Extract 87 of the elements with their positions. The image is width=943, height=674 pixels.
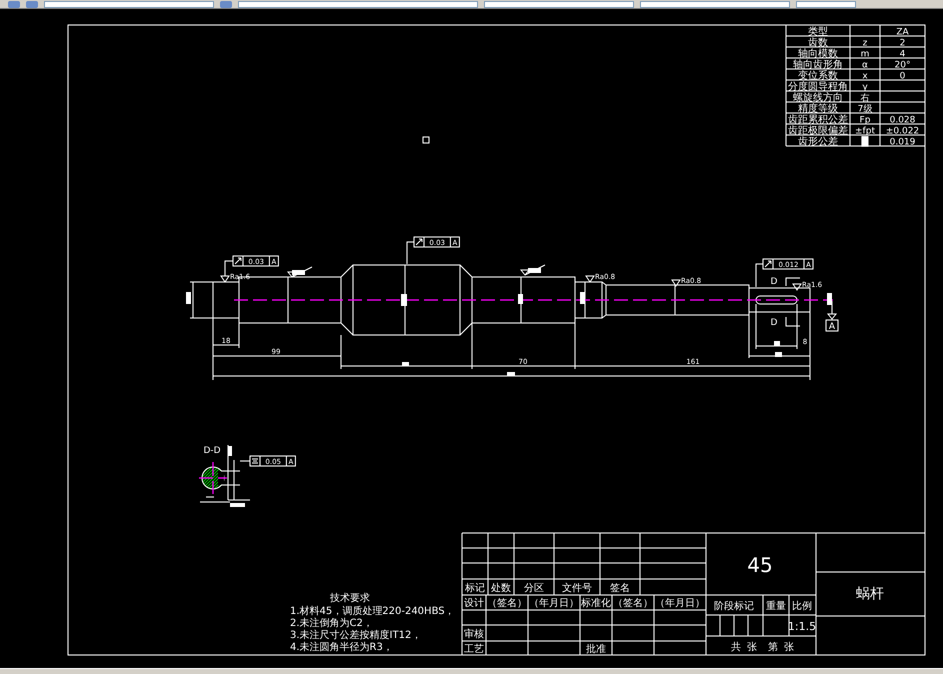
datum-triangle-icon — [828, 300, 838, 320]
table-cell: 轴向齿形角 — [793, 60, 843, 70]
table-cell: ±0.022 — [886, 126, 920, 136]
table-cell: 分区 — [524, 583, 544, 594]
table-cell: 分度圆导程角 — [788, 82, 848, 92]
leader-line — [756, 264, 764, 288]
table-cell: x — [862, 72, 868, 82]
section-label: D — [770, 277, 778, 287]
requirement-text: 4.未注圆角半径为R3， — [290, 642, 393, 653]
requirement-text: 1.材料45，调质处理220-240HBS， — [290, 606, 455, 617]
table-cell: 0.019 — [890, 138, 916, 148]
pickbox-icon — [422, 136, 430, 144]
table-cell: ±fpt — [855, 126, 875, 136]
surface-finish-icon — [792, 284, 802, 291]
table-cell: （年月日） — [529, 598, 579, 609]
surface-finish-icon — [520, 264, 546, 276]
table-cell: 精度等级 — [798, 104, 838, 114]
surface-finish-icon — [585, 276, 595, 283]
surface-finish-icon — [220, 276, 230, 283]
sheet-count-text: 张 — [747, 642, 757, 653]
table-cell: 处数 — [491, 583, 511, 594]
sheet-count-text: 共 — [731, 642, 741, 653]
dropdown-field[interactable] — [796, 0, 856, 8]
surface-finish-icon — [671, 280, 681, 287]
table-cell: （签名） — [613, 598, 653, 609]
table-cell: 齿数 — [808, 38, 828, 48]
tolerance-frame — [414, 236, 460, 248]
table-cell: 阶段标记 — [714, 601, 754, 612]
table-cell: 工艺 — [464, 644, 484, 655]
tolerance-frame — [250, 456, 296, 466]
material-text: 45 — [747, 553, 773, 577]
table-cell: 文件号 — [562, 583, 592, 594]
dropdown-field[interactable] — [484, 0, 634, 8]
table-cell: （年月日） — [655, 598, 705, 609]
datum-letter: A — [828, 322, 836, 332]
leader-line — [240, 460, 250, 462]
tolerance-frame — [762, 258, 814, 270]
requirements-title: 技术要求 — [330, 593, 370, 604]
section-label: D — [770, 318, 778, 328]
leader-line — [406, 242, 414, 264]
table-cell: Fp — [860, 116, 870, 126]
part-name: 蜗杆 — [856, 586, 884, 602]
dropdown-field[interactable] — [640, 0, 790, 8]
sheet-count-text: 张 — [784, 642, 794, 653]
table-cell: 4 — [900, 50, 906, 60]
table-cell: 齿形公差 — [798, 136, 838, 148]
table-cell: 螺旋线方向 — [793, 92, 843, 104]
table-cell: 20° — [894, 60, 910, 70]
surface-finish-icon — [288, 266, 312, 278]
table-cell: 签名 — [610, 583, 630, 594]
table-cell: z — [862, 38, 868, 48]
tolerance-frame — [232, 256, 279, 266]
table-cell: 0.028 — [890, 116, 916, 126]
table-cell: 轴向模数 — [798, 48, 838, 60]
table-cell: 重量 — [766, 601, 786, 612]
table-cell: ZA — [896, 28, 909, 38]
section-title: D-D — [203, 446, 221, 456]
table-cell: 比例 — [792, 601, 812, 612]
dropdown-field[interactable] — [44, 0, 214, 8]
scale-text: 1:1.5 — [788, 620, 816, 633]
table-cell: 0 — [900, 72, 906, 82]
toolbar-icon[interactable] — [8, 0, 20, 8]
sheet-count-text: 第 — [768, 642, 778, 653]
table-cell: 批准 — [586, 644, 606, 655]
table-cell: 审核 — [464, 629, 484, 640]
table-cell: α — [862, 60, 868, 70]
table-cell: 齿距极限偏差 — [788, 126, 848, 136]
table-cell: 设计 — [464, 598, 484, 609]
table-cell: 变位系数 — [798, 70, 838, 82]
table-cell: （签名） — [487, 598, 527, 609]
table-cell: m — [860, 50, 870, 60]
table-cell: 类型 — [808, 26, 828, 38]
section-mark-icon — [786, 316, 800, 326]
section-mark-icon — [786, 278, 800, 286]
table-cell: 2 — [900, 38, 906, 48]
table-cell: 右 — [860, 94, 870, 104]
datum-box — [826, 320, 838, 332]
table-cell: 7级 — [858, 104, 872, 114]
requirement-text: 3.未注尺寸公差按精度IT12， — [290, 630, 422, 641]
requirement-text: 2.未注倒角为C2， — [290, 618, 373, 629]
table-cell: 标准化 — [581, 598, 611, 609]
toolbar-icon[interactable] — [26, 0, 38, 8]
dropdown-field[interactable] — [238, 0, 478, 8]
table-cell: 标记 — [465, 583, 485, 594]
toolbar-icon[interactable] — [220, 0, 232, 8]
table-cell: 齿距累积公差 — [788, 114, 848, 126]
shaft-section-drawing — [199, 444, 250, 507]
